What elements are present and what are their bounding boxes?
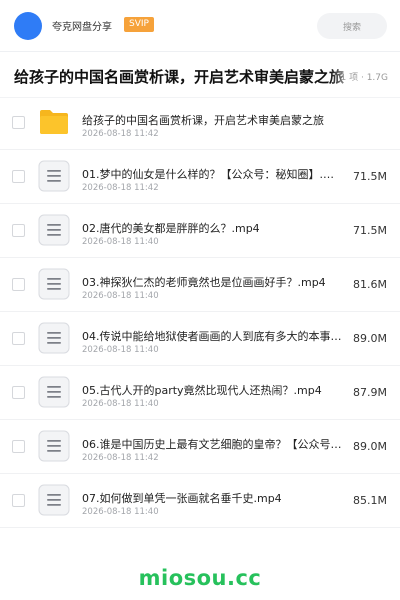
- file-row[interactable]: 01.梦中的仙女是什么样的？【公众号：秘知圈】.mp4 2026-08-18 11…: [0, 150, 400, 204]
- avatar[interactable]: [14, 12, 42, 40]
- item-size: 85.1M: [353, 494, 387, 507]
- row-checkbox[interactable]: [12, 116, 25, 129]
- document-icon: [38, 376, 70, 408]
- item-count-meta: 1 项 · 1.7G: [340, 73, 388, 83]
- item-date: 2026-08-18 11:40: [82, 237, 159, 247]
- item-date: 2026-08-18 11:42: [82, 453, 159, 463]
- document-icon: [38, 484, 70, 516]
- search-label: 搜索: [342, 22, 361, 33]
- item-name: 07.如何做到单凭一张画就名垂千史.mp4: [82, 492, 282, 505]
- item-name: 给孩子的中国名画赏析课，开启艺术审美启蒙之旅: [82, 114, 324, 127]
- row-checkbox[interactable]: [12, 440, 25, 453]
- watermark: miosou.cc: [138, 566, 262, 590]
- item-size: 87.9M: [353, 386, 387, 399]
- item-date: 2026-08-18 11:42: [82, 129, 159, 139]
- item-size: 71.5M: [353, 170, 387, 183]
- item-date: 2026-08-18 11:40: [82, 507, 159, 517]
- file-row[interactable]: 02.唐代的美女都是胖胖的么？.mp4 2026-08-18 11:40 71.5M: [0, 204, 400, 258]
- document-icon: [38, 430, 70, 462]
- search-button[interactable]: 搜索: [317, 13, 387, 39]
- file-row[interactable]: 07.如何做到单凭一张画就名垂千史.mp4 2026-08-18 11:40 85.…: [0, 474, 400, 528]
- title-bar: 给孩子的中国名画赏析课，开启艺术审美启蒙之旅 1 项 · 1.7G: [0, 52, 400, 98]
- folder-row[interactable]: 给孩子的中国名画赏析课，开启艺术审美启蒙之旅 2026-08-18 11:42: [0, 96, 400, 150]
- item-date: 2026-08-18 11:40: [82, 399, 159, 409]
- page-title: 给孩子的中国名画赏析课，开启艺术审美启蒙之旅: [14, 68, 345, 86]
- item-name: 04.传说中能给地狱使者画画的人到底有多大的本事.mp4: [82, 330, 344, 343]
- file-row[interactable]: 04.传说中能给地狱使者画画的人到底有多大的本事.mp4 2026-08-18 1…: [0, 312, 400, 366]
- document-icon: [38, 322, 70, 354]
- file-row[interactable]: 05.古代人开的party竟然比现代人还热闹？.mp4 2026-08-18 11…: [0, 366, 400, 420]
- file-row[interactable]: 06.谁是中国历史上最有文艺细胞的皇帝？【公众号：秘知圈】.mp4 2026-08…: [0, 420, 400, 474]
- row-checkbox[interactable]: [12, 170, 25, 183]
- document-icon: [38, 160, 70, 192]
- item-name: 03.神探狄仁杰的老师竟然也是位画画好手？.mp4: [82, 276, 326, 289]
- item-name: 01.梦中的仙女是什么样的？【公众号：秘知圈】.mp4: [82, 168, 344, 181]
- folder-icon: [38, 106, 70, 138]
- document-icon: [38, 268, 70, 300]
- header-bar: 夸克网盘分享 SVIP 搜索: [0, 0, 400, 52]
- row-checkbox[interactable]: [12, 278, 25, 291]
- file-list: 给孩子的中国名画赏析课，开启艺术审美启蒙之旅 2026-08-18 11:42 01…: [0, 96, 400, 528]
- sharer-name: 夸克网盘分享: [52, 22, 112, 33]
- row-checkbox[interactable]: [12, 494, 25, 507]
- item-size: 89.0M: [353, 440, 387, 453]
- item-name: 06.谁是中国历史上最有文艺细胞的皇帝？【公众号：秘知圈】.mp4: [82, 438, 344, 451]
- row-checkbox[interactable]: [12, 332, 25, 345]
- svip-badge: SVIP: [124, 17, 154, 32]
- item-date: 2026-08-18 11:42: [82, 183, 159, 193]
- item-name: 02.唐代的美女都是胖胖的么？.mp4: [82, 222, 260, 235]
- row-checkbox[interactable]: [12, 224, 25, 237]
- row-checkbox[interactable]: [12, 386, 25, 399]
- file-row[interactable]: 03.神探狄仁杰的老师竟然也是位画画好手？.mp4 2026-08-18 11:4…: [0, 258, 400, 312]
- item-name: 05.古代人开的party竟然比现代人还热闹？.mp4: [82, 384, 322, 397]
- item-size: 81.6M: [353, 278, 387, 291]
- item-size: 71.5M: [353, 224, 387, 237]
- item-date: 2026-08-18 11:40: [82, 345, 159, 355]
- item-date: 2026-08-18 11:40: [82, 291, 159, 301]
- item-size: 89.0M: [353, 332, 387, 345]
- document-icon: [38, 214, 70, 246]
